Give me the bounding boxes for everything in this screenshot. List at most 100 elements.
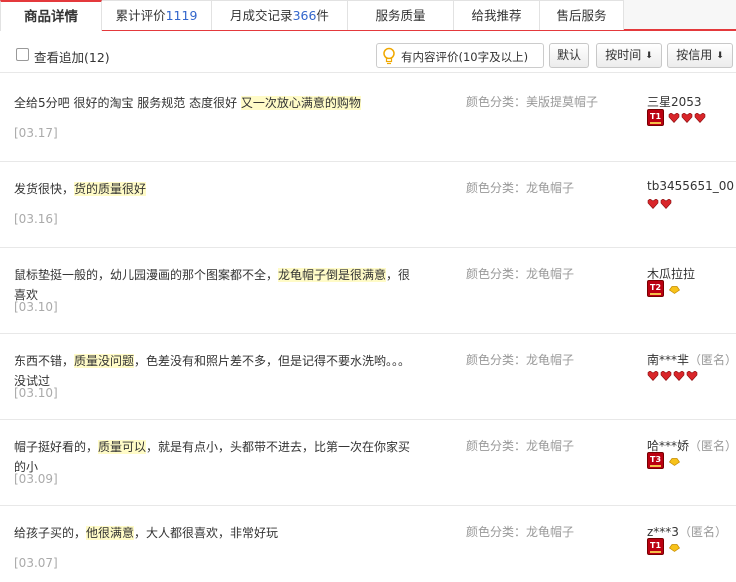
sku-value: 美版提莫帽子 bbox=[526, 95, 599, 109]
reviewer-name-text: tb3455651_00 bbox=[647, 179, 735, 193]
review-row: 鼠标垫挺一般的，幼儿园漫画的那个图案都不全，龙龟帽子倒是很满意，很喜欢 [03.… bbox=[0, 248, 736, 334]
crown-icon bbox=[669, 458, 680, 466]
review-text-part: 帽子挺好看的， bbox=[14, 440, 99, 454]
sku-value: 龙龟帽子 bbox=[526, 353, 575, 367]
review-row: 全给5分吧 很好的淘宝 服务规范 态度很好 又一次放心满意的购物 [03.17]… bbox=[0, 76, 736, 162]
review-highlight: 龙龟帽子倒是很满意 bbox=[278, 268, 387, 282]
review-row: 帽子挺好看的，质量可以，就是有点小，头都带不进去，比第一次在你家买的小 [03.… bbox=[0, 420, 736, 506]
tab-after-sales[interactable]: 售后服务 bbox=[540, 0, 624, 30]
heart-icon bbox=[673, 371, 685, 381]
heart-icon bbox=[686, 371, 698, 381]
sort-default-label: 默认 bbox=[556, 48, 581, 62]
tab-suffix: 件 bbox=[316, 8, 329, 23]
heart-icon bbox=[647, 199, 659, 209]
anonymous-label: （匿名） bbox=[689, 353, 736, 367]
reviewer-name-text: 三星2053 bbox=[647, 95, 702, 109]
review-text-part: 给孩子买的， bbox=[14, 526, 87, 540]
tab-bar: 商品详情 累计评价1119 月成交记录366件 服务质量 给我推荐 售后服务 bbox=[0, 0, 736, 31]
filter-bar: 查看追加(12) 有内容评价(10字及以上) 默认 按时间 ⬇ 按信用 ⬇ bbox=[0, 38, 736, 73]
sku-value: 龙龟帽子 bbox=[526, 525, 575, 539]
lightbulb-icon bbox=[383, 47, 395, 65]
reviewer-name-text: 哈***娇 bbox=[647, 439, 690, 453]
append-checkbox-label[interactable]: 查看追加(12) bbox=[34, 47, 110, 66]
anonymous-label: （匿名） bbox=[689, 439, 736, 453]
crown-icon bbox=[669, 286, 680, 294]
tab-recommend[interactable]: 给我推荐 bbox=[454, 0, 540, 30]
tab-label: 服务质量 bbox=[375, 8, 426, 23]
reviewer-name[interactable]: tb3455651_00 bbox=[647, 179, 734, 193]
review-text-part: 鼠标垫挺一般的，幼儿园漫画的那个图案都不全， bbox=[14, 268, 279, 282]
review-sku: 颜色分类：龙龟帽子 bbox=[466, 437, 574, 454]
crown-icon bbox=[669, 544, 680, 552]
review-date: [03.09] bbox=[14, 472, 58, 486]
tmall-level-badge: T2 bbox=[647, 280, 664, 297]
review-date: [03.10] bbox=[14, 300, 58, 314]
arrow-down-icon: ⬇ bbox=[716, 51, 724, 61]
tab-service-quality[interactable]: 服务质量 bbox=[348, 0, 454, 30]
sku-value: 龙龟帽子 bbox=[526, 439, 575, 453]
review-text: 给孩子买的，他很满意，大人都很喜欢，非常好玩 bbox=[14, 523, 414, 543]
tab-monthly-sales[interactable]: 月成交记录366件 bbox=[212, 0, 348, 30]
review-text: 发货很快，货的质量很好 bbox=[14, 179, 414, 199]
tab-label: 售后服务 bbox=[556, 8, 607, 23]
heart-icon bbox=[647, 371, 659, 381]
review-text-part: 全给5分吧 很好的淘宝 服务规范 态度很好 bbox=[14, 96, 241, 110]
review-sku: 颜色分类：龙龟帽子 bbox=[466, 265, 574, 282]
review-text: 东西不错，质量没问题，色差没有和照片差不多，但是记得不要水洗哟。。。没试过 bbox=[14, 351, 414, 391]
sku-prefix: 颜色分类： bbox=[466, 439, 527, 453]
tab-label: 给我推荐 bbox=[471, 8, 522, 23]
review-row: 给孩子买的，他很满意，大人都很喜欢，非常好玩 [03.07] 颜色分类：龙龟帽子… bbox=[0, 506, 736, 582]
review-date: [03.10] bbox=[14, 386, 58, 400]
reviewer-name[interactable]: 南***芈（匿名） bbox=[647, 351, 736, 368]
tab-count: 366 bbox=[292, 8, 317, 23]
tab-count: 1119 bbox=[165, 8, 198, 23]
review-date: [03.07] bbox=[14, 556, 58, 570]
review-text-part: 东西不错， bbox=[14, 354, 75, 368]
tmall-level-badge: T3 bbox=[647, 452, 664, 469]
review-sku: 颜色分类：龙龟帽子 bbox=[466, 179, 574, 196]
tmall-level-badge: T1 bbox=[647, 538, 664, 555]
anonymous-label: （匿名） bbox=[678, 525, 727, 539]
sort-by-credit-label: 按信用 bbox=[676, 48, 713, 62]
review-text: 帽子挺好看的，质量可以，就是有点小，头都带不进去，比第一次在你家买的小 bbox=[14, 437, 414, 477]
sort-by-credit-button[interactable]: 按信用 ⬇ bbox=[667, 43, 733, 68]
content-review-filter[interactable]: 有内容评价(10字及以上) bbox=[376, 43, 544, 68]
review-row: 发货很快，货的质量很好 [03.16] 颜色分类：龙龟帽子 tb3455651_… bbox=[0, 162, 736, 248]
tab-label: 商品详情 bbox=[24, 9, 78, 25]
sku-prefix: 颜色分类： bbox=[466, 95, 527, 109]
review-sku: 颜色分类：龙龟帽子 bbox=[466, 351, 574, 368]
review-text: 全给5分吧 很好的淘宝 服务规范 态度很好 又一次放心满意的购物 bbox=[14, 93, 414, 113]
review-highlight: 质量没问题 bbox=[74, 354, 135, 368]
sort-default-button[interactable]: 默认 bbox=[549, 43, 589, 68]
heart-icon bbox=[668, 113, 680, 123]
sku-value: 龙龟帽子 bbox=[526, 181, 575, 195]
content-review-label: 有内容评价(10字及以上) bbox=[401, 50, 529, 64]
sort-by-time-label: 按时间 bbox=[605, 48, 642, 62]
review-highlight: 货的质量很好 bbox=[74, 182, 147, 196]
append-checkbox[interactable] bbox=[16, 48, 29, 61]
review-sku: 颜色分类：美版提莫帽子 bbox=[466, 93, 598, 110]
tmall-level-badge: T1 bbox=[647, 109, 664, 126]
heart-icon bbox=[660, 371, 672, 381]
reviewer-name[interactable]: 三星2053 bbox=[647, 93, 702, 110]
sku-prefix: 颜色分类： bbox=[466, 353, 527, 367]
review-row: 东西不错，质量没问题，色差没有和照片差不多，但是记得不要水洗哟。。。没试过 [0… bbox=[0, 334, 736, 420]
review-highlight: 又一次放心满意的购物 bbox=[240, 96, 361, 110]
heart-icon bbox=[694, 113, 706, 123]
reviewer-name-text: z***3 bbox=[647, 525, 679, 539]
review-sku: 颜色分类：龙龟帽子 bbox=[466, 523, 574, 540]
tab-reviews[interactable]: 累计评价1119 bbox=[102, 0, 212, 30]
sku-value: 龙龟帽子 bbox=[526, 267, 575, 281]
sort-by-time-button[interactable]: 按时间 ⬇ bbox=[596, 43, 662, 68]
heart-icon bbox=[660, 199, 672, 209]
sku-prefix: 颜色分类： bbox=[466, 525, 527, 539]
review-text-part: ，大人都很喜欢，非常好玩 bbox=[134, 526, 279, 540]
reviewer-name-text: 木瓜拉拉 bbox=[647, 267, 696, 281]
sku-prefix: 颜色分类： bbox=[466, 267, 527, 281]
arrow-down-icon: ⬇ bbox=[645, 51, 653, 61]
review-text: 鼠标垫挺一般的，幼儿园漫画的那个图案都不全，龙龟帽子倒是很满意，很喜欢 bbox=[14, 265, 414, 305]
tab-product-details[interactable]: 商品详情 bbox=[0, 0, 102, 31]
tab-label: 累计评价 bbox=[115, 8, 166, 23]
review-highlight: 他很满意 bbox=[86, 526, 135, 540]
review-highlight: 质量可以 bbox=[98, 440, 147, 454]
